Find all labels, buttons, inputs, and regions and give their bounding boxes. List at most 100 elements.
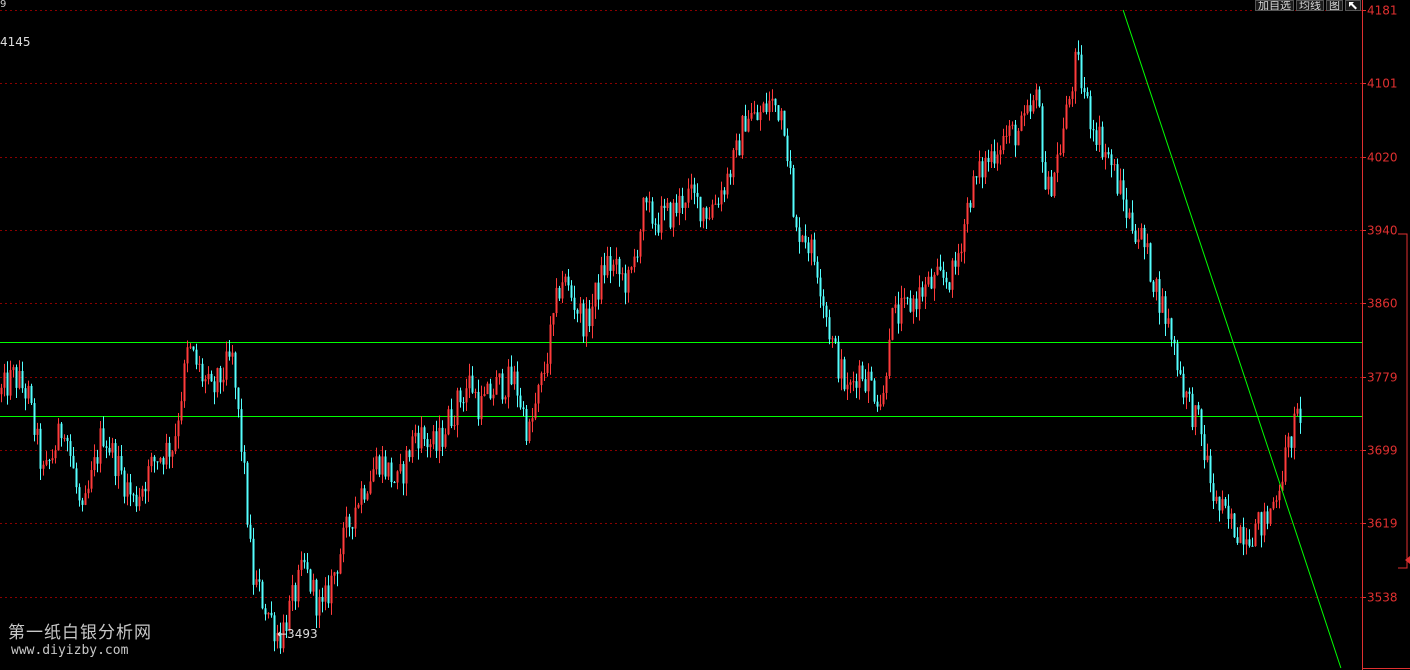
candle-down xyxy=(201,363,204,382)
candle-up xyxy=(360,488,363,505)
candle-up xyxy=(780,110,783,121)
add-watchlist-button[interactable]: 加自选 xyxy=(1255,0,1294,11)
candle-down xyxy=(66,437,69,442)
candle-up xyxy=(918,287,921,310)
candle-down xyxy=(1173,339,1176,344)
chart-button[interactable]: 图 xyxy=(1326,0,1343,11)
candle-up xyxy=(381,456,384,475)
candle-up xyxy=(492,394,495,399)
candle-down xyxy=(240,409,243,452)
candle-down xyxy=(135,494,138,507)
candle-down xyxy=(348,516,351,528)
candle-down xyxy=(402,464,405,484)
candle-down xyxy=(636,256,639,258)
candle-down xyxy=(1080,54,1083,89)
moving-average-button[interactable]: 均线 xyxy=(1296,0,1324,11)
candle-up xyxy=(342,527,345,555)
price-tick-label: 3619 xyxy=(1367,517,1398,531)
candle-down xyxy=(1179,370,1182,374)
candle-down xyxy=(327,585,330,604)
candle-up xyxy=(1023,113,1026,116)
candle-down xyxy=(309,569,312,592)
candle-down xyxy=(570,285,573,298)
candle-up xyxy=(801,235,804,242)
candle-up xyxy=(141,488,144,497)
candle-up xyxy=(432,431,435,445)
candle-up xyxy=(1161,296,1164,313)
candle-down xyxy=(417,432,420,449)
candle-up xyxy=(927,276,930,285)
candle-up xyxy=(1020,115,1023,131)
candle-down xyxy=(390,462,393,483)
candle-up xyxy=(627,269,630,293)
candle-down xyxy=(33,403,36,435)
candle-up xyxy=(1005,135,1008,137)
candle-down xyxy=(129,482,132,495)
candle-down xyxy=(270,612,273,616)
candle-down xyxy=(477,391,480,420)
candle-up xyxy=(465,388,468,403)
candle-down xyxy=(1041,106,1044,163)
candle-up xyxy=(1221,499,1224,511)
candle-up xyxy=(615,258,618,265)
price-tick-label: 3699 xyxy=(1367,444,1398,458)
candle-up xyxy=(27,385,30,399)
candle-down xyxy=(15,367,18,388)
candle-up xyxy=(666,202,669,209)
candle-down xyxy=(321,596,324,602)
candle-up xyxy=(369,481,372,494)
candle-up xyxy=(1098,126,1101,145)
candle-series xyxy=(0,40,1302,654)
candle-down xyxy=(1149,243,1152,282)
candle-down xyxy=(765,103,768,113)
candle-down xyxy=(162,458,165,465)
candle-up xyxy=(225,351,228,380)
candle-up xyxy=(1167,318,1170,324)
candle-up xyxy=(966,202,969,225)
candle-up xyxy=(750,112,753,119)
candle-up xyxy=(330,575,333,604)
candle-down xyxy=(603,265,606,276)
candle-down xyxy=(675,202,678,214)
candle-down xyxy=(69,441,72,456)
candle-up xyxy=(150,456,153,467)
candle-up xyxy=(978,161,981,178)
candle-up xyxy=(447,409,450,435)
candle-up xyxy=(387,462,390,477)
candle-down xyxy=(1209,455,1212,484)
candle-down xyxy=(921,287,924,297)
candle-down xyxy=(861,365,864,380)
candle-up xyxy=(180,401,183,421)
candle-up xyxy=(1293,413,1296,448)
candle-down xyxy=(1101,126,1104,158)
candle-up xyxy=(504,397,507,400)
candle-down xyxy=(303,559,306,563)
candle-up xyxy=(90,470,93,489)
candle-down xyxy=(450,409,453,427)
candle-up xyxy=(561,282,564,299)
candle-up xyxy=(1287,436,1290,448)
candle-down xyxy=(705,207,708,219)
horizontal-reference-lines xyxy=(0,342,1362,417)
candle-down xyxy=(792,168,795,217)
candle-up xyxy=(222,379,225,383)
candle-down xyxy=(30,385,33,404)
candle-up xyxy=(846,384,849,390)
candle-up xyxy=(1296,408,1299,414)
candle-up xyxy=(984,157,987,178)
candle-up xyxy=(912,298,915,312)
candle-down xyxy=(645,197,648,203)
candle-up xyxy=(111,443,114,453)
candle-down xyxy=(1182,373,1185,398)
candle-up xyxy=(810,239,813,254)
candle-up xyxy=(555,287,558,314)
candle-down xyxy=(693,184,696,193)
candle-up xyxy=(126,482,129,497)
candle-up xyxy=(642,197,645,232)
candle-up xyxy=(468,375,471,389)
candle-up xyxy=(720,190,723,205)
candle-down xyxy=(804,235,807,243)
candle-down xyxy=(876,401,879,407)
candle-down xyxy=(156,461,159,463)
arrow-up-left-icon[interactable] xyxy=(1345,0,1361,11)
